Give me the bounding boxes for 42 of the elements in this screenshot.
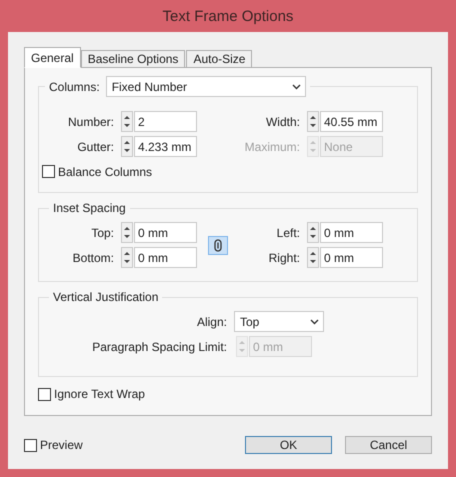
spinner[interactable]	[307, 247, 319, 268]
group-title: Vertical Justification	[53, 290, 158, 304]
spinner[interactable]	[307, 222, 319, 243]
field-label: Maximum:	[244, 140, 301, 154]
field-label: Bottom:	[72, 250, 115, 264]
field-label: Number:	[68, 114, 115, 128]
dropdown[interactable]: Top	[234, 311, 324, 332]
tab[interactable]: General	[24, 47, 81, 68]
columns-label: Columns:	[49, 80, 100, 94]
input-field[interactable]: 40.55 mm	[320, 111, 383, 132]
input-field[interactable]: 4.233 mm	[134, 136, 197, 157]
dialog-button[interactable]: OK	[245, 436, 332, 454]
chevron-down-icon	[292, 84, 301, 90]
chevron-down-icon	[310, 318, 319, 324]
input-field[interactable]: 0 mm	[134, 222, 197, 243]
checkbox[interactable]: Balance Columns	[42, 164, 237, 178]
input-field[interactable]: 0 mm	[320, 222, 383, 243]
input-field[interactable]: 0 mm	[134, 247, 197, 268]
checkbox[interactable]: Ignore Text Wrap	[38, 387, 418, 401]
dialog-button[interactable]: Cancel	[345, 436, 432, 454]
input-field[interactable]: 2	[134, 111, 197, 132]
spinner[interactable]	[121, 222, 133, 243]
group-title: Inset Spacing	[53, 201, 126, 215]
input-field[interactable]: 0 mm	[320, 247, 383, 268]
chain-link-button[interactable]	[208, 236, 228, 254]
field-label: Align:	[196, 314, 228, 328]
paperclip-icon	[214, 238, 222, 252]
field-label: Gutter:	[77, 140, 115, 154]
field-label: Paragraph Spacing Limit:	[92, 340, 228, 354]
spinner[interactable]	[121, 136, 133, 157]
field-label: Top:	[91, 226, 115, 240]
tab[interactable]: Auto-Size	[186, 50, 252, 68]
spinner[interactable]	[307, 111, 319, 132]
tab[interactable]: Baseline Options	[80, 50, 186, 68]
field-label: Right:	[268, 250, 301, 264]
spinner[interactable]	[121, 247, 133, 268]
checkbox[interactable]: Preview	[24, 438, 232, 452]
field-label: Left:	[276, 226, 301, 240]
spinner[interactable]	[121, 111, 133, 132]
field-label: Width:	[266, 114, 301, 128]
window-title: Text Frame Options	[162, 8, 294, 24]
dropdown[interactable]: Fixed Number	[106, 76, 306, 97]
